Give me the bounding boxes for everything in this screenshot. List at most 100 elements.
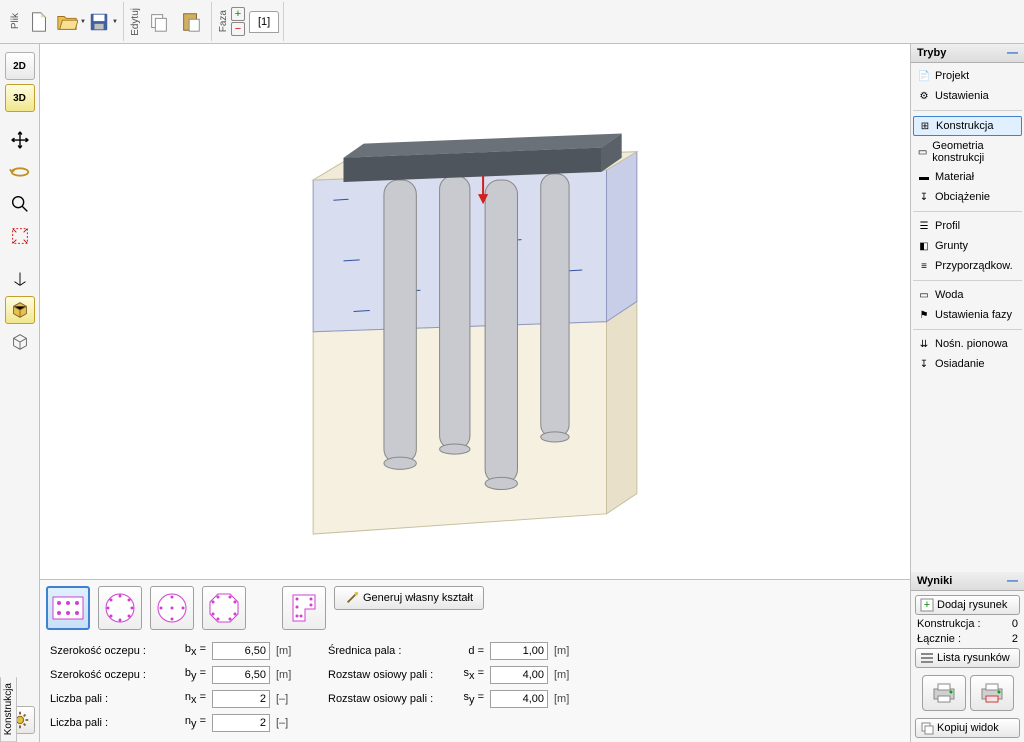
col1-input-3[interactable] xyxy=(212,714,270,732)
tree-item-ustawienia[interactable]: ⚙Ustawienia xyxy=(913,87,1022,105)
view-3d-button[interactable]: 3D xyxy=(5,84,35,112)
tree-item-profil[interactable]: ☰Profil xyxy=(913,217,1022,235)
printer-icon xyxy=(931,682,957,704)
param-row: Rozstaw osiowy pali :sx =[m] xyxy=(328,666,576,684)
phase-add-button[interactable]: + xyxy=(231,7,245,21)
print-button-2[interactable] xyxy=(970,675,1014,711)
tree-item-nonpionowa[interactable]: ⇊Nośn. pionowa xyxy=(913,335,1022,353)
tree-icon: ↧ xyxy=(917,190,931,204)
paste-icon xyxy=(180,11,202,33)
tree-icon: ⊞ xyxy=(918,119,932,133)
tree-icon: ↧ xyxy=(917,357,931,371)
print-button-1[interactable] xyxy=(922,675,966,711)
tree-item-label: Ustawienia fazy xyxy=(935,309,1012,321)
generate-label: Generuj własny kształt xyxy=(363,592,473,604)
tree-icon: ≡ xyxy=(917,259,931,273)
print-row xyxy=(915,671,1020,715)
rotate-tool[interactable] xyxy=(5,158,35,186)
box-solid-tool[interactable] xyxy=(5,296,35,324)
param-label: Liczba pali : xyxy=(50,717,170,729)
tree-item-materia[interactable]: ▬Materiał xyxy=(913,168,1022,186)
param-symbol: bx = xyxy=(176,643,206,658)
tree-icon: ⚙ xyxy=(917,89,931,103)
tree-item-grunty[interactable]: ◧Grunty xyxy=(913,237,1022,255)
add-drawing-icon: + xyxy=(920,598,934,612)
tree-icon: ▬ xyxy=(917,170,931,184)
tree-item-przyporzdkow[interactable]: ≡ Przyporządkow. xyxy=(913,257,1022,275)
save-icon xyxy=(88,11,110,33)
tree-item-label: Konstrukcja xyxy=(936,120,993,132)
phase-remove-button[interactable]: − xyxy=(231,22,245,36)
tree-icon: ⇊ xyxy=(917,337,931,351)
add-drawing-button[interactable]: + Dodaj rysunek xyxy=(915,595,1020,615)
shape-custom-icon xyxy=(287,591,321,625)
cube-solid-icon xyxy=(9,299,31,321)
result-construction-row: Konstrukcja : 0 xyxy=(915,618,1020,630)
phase-group: Faza + − [1] xyxy=(212,2,284,41)
tree-item-konstrukcja[interactable]: ⊞ Konstrukcja xyxy=(913,116,1022,136)
list-drawings-button[interactable]: Lista rysunków xyxy=(915,648,1020,668)
shape-circle-12-button[interactable] xyxy=(98,586,142,630)
add-drawing-label: Dodaj rysunek xyxy=(937,599,1007,611)
box-wire-tool[interactable] xyxy=(5,328,35,356)
result-total-value: 2 xyxy=(1012,633,1018,645)
generate-shape-button[interactable]: Generuj własny kształt xyxy=(334,586,484,610)
collapse-results-button[interactable]: — xyxy=(1007,575,1018,587)
results-header: Wyniki — xyxy=(911,572,1024,591)
modes-tree: 📄Projekt ⚙Ustawienia ⊞ Konstrukcja ▭Geometri… xyxy=(911,63,1024,377)
param-label: Rozstaw osiowy pali : xyxy=(328,669,448,681)
viewport-3d[interactable] xyxy=(40,44,910,579)
new-file-button[interactable] xyxy=(23,6,55,38)
tree-item-projekt[interactable]: 📄Projekt xyxy=(913,67,1022,85)
param-row: Szerokość oczepu :by =[m] xyxy=(50,666,298,684)
tree-icon: ⚑ xyxy=(917,308,931,322)
collapse-modes-button[interactable]: — xyxy=(1007,47,1018,59)
shape-circle-8-button[interactable] xyxy=(150,586,194,630)
tree-item-label: Obciążenie xyxy=(935,191,990,203)
param-row: Rozstaw osiowy pali :sy =[m] xyxy=(328,690,576,708)
results-title: Wyniki xyxy=(917,575,952,587)
tree-item-woda[interactable]: ▭Woda xyxy=(913,286,1022,304)
tree-item-label: Przyporządkow. xyxy=(935,260,1013,272)
param-label: Szerokość oczepu : xyxy=(50,645,170,657)
left-sidebar: 2D 3D xyxy=(0,44,40,742)
move-tool[interactable] xyxy=(5,126,35,154)
col2-input-1[interactable] xyxy=(490,666,548,684)
paste-button[interactable] xyxy=(175,6,207,38)
zoom-tool[interactable] xyxy=(5,190,35,218)
tree-item-obcienie[interactable]: ↧ Obciążenie xyxy=(913,188,1022,206)
col1-input-0[interactable] xyxy=(212,642,270,660)
param-col-1: Szerokość oczepu :bx =[m]Szerokość oczep… xyxy=(50,642,298,732)
vertical-tab-construction[interactable]: Konstrukcja xyxy=(0,677,17,742)
result-construction-value: 0 xyxy=(1012,618,1018,630)
copy-view-button[interactable]: Kopiuj widok xyxy=(915,718,1020,738)
right-panel: Tryby — 📄Projekt ⚙Ustawienia ⊞ Konstrukcja ▭… xyxy=(910,44,1024,742)
wand-icon xyxy=(345,591,359,605)
axis-tool[interactable] xyxy=(5,264,35,292)
fit-view-tool[interactable] xyxy=(5,222,35,250)
tree-item-osiadanie[interactable]: ↧Osiadanie xyxy=(913,355,1022,373)
shape-rect-button[interactable] xyxy=(46,586,90,630)
phase-tab-1[interactable]: [1] xyxy=(249,11,279,33)
view-2d-button[interactable]: 2D xyxy=(5,52,35,80)
open-file-button[interactable]: ▼ xyxy=(55,6,87,38)
tree-icon: ▭ xyxy=(917,145,928,159)
save-file-button[interactable]: ▼ xyxy=(87,6,119,38)
tree-item-geometriakonstrukcji[interactable]: ▭Geometria konstrukcji xyxy=(913,138,1022,166)
col2-input-0[interactable] xyxy=(490,642,548,660)
shape-circ12-icon xyxy=(103,591,137,625)
param-row: Szerokość oczepu :bx =[m] xyxy=(50,642,298,660)
tree-item-ustawieniafazy[interactable]: ⚑ Ustawienia fazy xyxy=(913,306,1022,324)
col2-input-2[interactable] xyxy=(490,690,548,708)
col1-input-1[interactable] xyxy=(212,666,270,684)
shape-custom-button[interactable] xyxy=(282,586,326,630)
phase-group-label: Faza xyxy=(216,10,231,32)
dropdown-arrow-icon: ▼ xyxy=(112,19,118,25)
copy-button[interactable] xyxy=(143,6,175,38)
modes-header: Tryby — xyxy=(911,44,1024,63)
shape-octagon-button[interactable] xyxy=(202,586,246,630)
col1-input-2[interactable] xyxy=(212,690,270,708)
tree-item-label: Profil xyxy=(935,220,960,232)
shape-oct-icon xyxy=(207,591,241,625)
copy-view-icon xyxy=(920,721,934,735)
